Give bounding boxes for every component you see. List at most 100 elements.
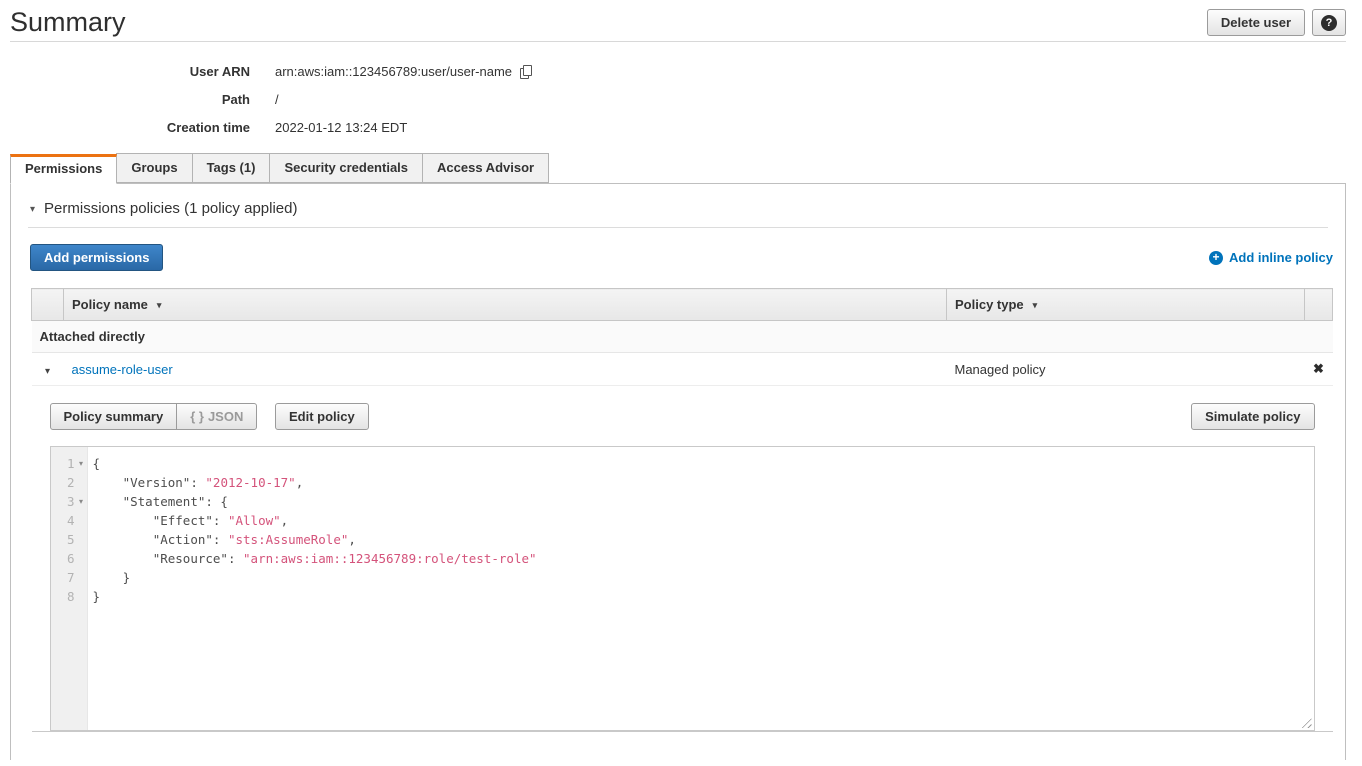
tab-bar: Permissions Groups Tags (1) Security cre… <box>10 153 1346 183</box>
expanded-policy-detail-row: Policy summary { } JSON Edit policy Simul… <box>32 386 1333 732</box>
remove-cell: ✖ <box>1305 353 1333 386</box>
help-icon: ? <box>1321 15 1337 31</box>
plain-token: , <box>281 513 289 528</box>
add-inline-policy-link[interactable]: + Add inline policy <box>1209 250 1333 265</box>
fold-spacer <box>75 473 88 492</box>
json-button-label: JSON <box>208 409 243 424</box>
remove-policy-icon[interactable]: ✖ <box>1313 361 1324 376</box>
plain-token: "Resource": <box>93 551 244 566</box>
detail-row-user-arn: User ARN arn:aws:iam::123456789:user/use… <box>0 62 1362 81</box>
expanded-policy-detail: Policy summary { } JSON Edit policy Simul… <box>32 386 1333 732</box>
editor-line: 4 "Effect": "Allow", <box>51 511 1314 530</box>
string-token: "sts:AssumeRole" <box>228 532 348 547</box>
plain-token: "Effect": <box>93 513 228 528</box>
policy-name-column-header[interactable]: Policy name ▾ <box>64 289 947 321</box>
code-line: "Action": "sts:AssumeRole", <box>88 530 356 549</box>
line-number: 7 <box>51 568 75 587</box>
permissions-policies-heading: Permissions policies (1 policy applied) <box>44 200 297 217</box>
editor-line: 3▾ "Statement": { <box>51 492 1314 511</box>
string-token: "2012-10-17" <box>205 475 295 490</box>
policy-view-segmented-control: Policy summary { } JSON <box>50 403 258 430</box>
policy-name-link[interactable]: assume-role-user <box>72 362 173 377</box>
line-number: 8 <box>51 587 75 606</box>
fold-caret-icon[interactable]: ▾ <box>75 454 88 473</box>
tab-permissions[interactable]: Permissions <box>10 154 117 184</box>
policy-type-header-label: Policy type <box>955 297 1024 312</box>
tab-access-advisor[interactable]: Access Advisor <box>422 153 549 183</box>
json-view-button[interactable]: { } JSON <box>176 403 257 430</box>
plain-token: , <box>348 532 356 547</box>
user-details: User ARN arn:aws:iam::123456789:user/use… <box>0 62 1362 137</box>
expander-cell: ▾ <box>32 353 64 386</box>
editor-resize-handle[interactable] <box>1299 715 1312 728</box>
policy-type-cell: Managed policy <box>947 353 1305 386</box>
detail-row-path: Path / <box>0 90 1362 109</box>
plain-token: , <box>296 475 304 490</box>
copy-icon[interactable] <box>520 65 533 79</box>
add-inline-policy-label: Add inline policy <box>1229 250 1333 265</box>
attached-directly-group-row: Attached directly <box>32 321 1333 353</box>
fold-spacer <box>75 549 88 568</box>
editor-lines: 1▾{2 "Version": "2012-10-17",3▾ "Stateme… <box>51 447 1314 606</box>
fold-spacer <box>75 587 88 606</box>
policy-name-header-label: Policy name <box>72 297 148 312</box>
section-divider <box>28 227 1328 228</box>
fold-caret-icon[interactable]: ▾ <box>75 492 88 511</box>
braces-icon: { } <box>190 409 204 424</box>
edit-policy-button[interactable]: Edit policy <box>275 403 369 430</box>
string-token: "arn:aws:iam::123456789:role/test-role" <box>243 551 537 566</box>
line-number: 1 <box>51 454 75 473</box>
plain-token: "Statement": { <box>93 494 228 509</box>
plus-circle-icon: + <box>1209 251 1223 265</box>
copy-icon-front <box>523 65 532 76</box>
editor-line: 5 "Action": "sts:AssumeRole", <box>51 530 1314 549</box>
fold-spacer <box>75 530 88 549</box>
editor-line: 7 } <box>51 568 1314 587</box>
permissions-panel: ▾ Permissions policies (1 policy applied)… <box>10 183 1346 760</box>
policy-summary-button[interactable]: Policy summary <box>50 403 178 430</box>
page-title: Summary <box>10 8 1346 36</box>
user-arn-label: User ARN <box>0 62 250 81</box>
help-button[interactable]: ? <box>1312 9 1346 36</box>
add-permissions-button[interactable]: Add permissions <box>30 244 163 271</box>
line-number: 3 <box>51 492 75 511</box>
page-header: Summary Delete user ? <box>10 0 1346 42</box>
user-arn-value: arn:aws:iam::123456789:user/user-name <box>275 62 512 81</box>
editor-line: 6 "Resource": "arn:aws:iam::123456789:ro… <box>51 549 1314 568</box>
line-number: 2 <box>51 473 75 492</box>
row-expander-icon[interactable]: ▾ <box>45 366 50 377</box>
creation-time-label: Creation time <box>0 118 250 137</box>
policy-json-editor[interactable]: 1▾{2 "Version": "2012-10-17",3▾ "Stateme… <box>50 446 1315 731</box>
simulate-policy-button[interactable]: Simulate policy <box>1191 403 1314 430</box>
code-line: { <box>88 454 101 473</box>
delete-user-button[interactable]: Delete user <box>1207 9 1305 36</box>
code-line: "Effect": "Allow", <box>88 511 289 530</box>
sort-caret-icon: ▾ <box>157 300 162 311</box>
detail-row-creation-time: Creation time 2022-01-12 13:24 EDT <box>0 118 1362 137</box>
policy-type-column-header[interactable]: Policy type ▾ <box>947 289 1305 321</box>
attached-directly-label: Attached directly <box>32 321 1333 353</box>
tab-tags[interactable]: Tags (1) <box>192 153 271 183</box>
expander-column-header <box>32 289 64 321</box>
policy-row-assume-role-user: ▾ assume-role-user Managed policy ✖ <box>32 353 1333 386</box>
policy-name-cell: assume-role-user <box>64 353 947 386</box>
tab-groups[interactable]: Groups <box>116 153 192 183</box>
plain-token: } <box>93 589 101 604</box>
collapse-caret-icon: ▾ <box>30 204 35 215</box>
header-actions: Delete user ? <box>1207 9 1346 36</box>
actions-column-header <box>1305 289 1333 321</box>
policy-table-header-row: Policy name ▾ Policy type ▾ <box>32 289 1333 321</box>
editor-line: 8} <box>51 587 1314 606</box>
sort-caret-icon: ▾ <box>1033 300 1038 311</box>
policy-table: Policy name ▾ Policy type ▾ Attached direc… <box>31 288 1333 732</box>
code-line: } <box>88 587 101 606</box>
line-number: 4 <box>51 511 75 530</box>
code-line: "Version": "2012-10-17", <box>88 473 304 492</box>
plain-token: "Version": <box>93 475 206 490</box>
editor-line: 2 "Version": "2012-10-17", <box>51 473 1314 492</box>
plain-token: } <box>93 570 131 585</box>
plain-token: "Action": <box>93 532 228 547</box>
tab-security-credentials[interactable]: Security credentials <box>269 153 423 183</box>
permissions-policies-section-toggle[interactable]: ▾ Permissions policies (1 policy applied) <box>11 184 1345 227</box>
creation-time-value: 2022-01-12 13:24 EDT <box>275 118 407 137</box>
